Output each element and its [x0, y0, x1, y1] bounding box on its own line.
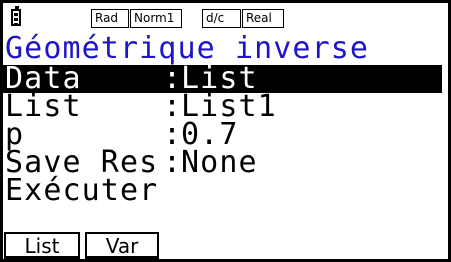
display-mode-badge: Norm1: [130, 9, 182, 28]
battery-icon: [11, 6, 21, 26]
function-key-bar: List Var: [3, 232, 448, 259]
page-title: Géométrique inverse: [5, 31, 370, 66]
setting-value: None: [181, 145, 258, 180]
angle-mode-badge: Rad: [91, 9, 129, 28]
execute-label: Exécuter: [5, 173, 159, 208]
execute-row[interactable]: Exécuter: [3, 173, 442, 208]
status-bar: Rad Norm1 d/c Real: [3, 3, 448, 33]
complex-mode-badge: Real: [242, 9, 284, 28]
f1-list-key[interactable]: List: [4, 232, 80, 259]
fraction-mode-badge: d/c: [202, 9, 241, 28]
setting-separator: :: [163, 145, 183, 180]
calculator-screen: Rad Norm1 d/c Real Géométrique inverse D…: [0, 0, 451, 262]
f2-var-key[interactable]: Var: [85, 232, 159, 259]
